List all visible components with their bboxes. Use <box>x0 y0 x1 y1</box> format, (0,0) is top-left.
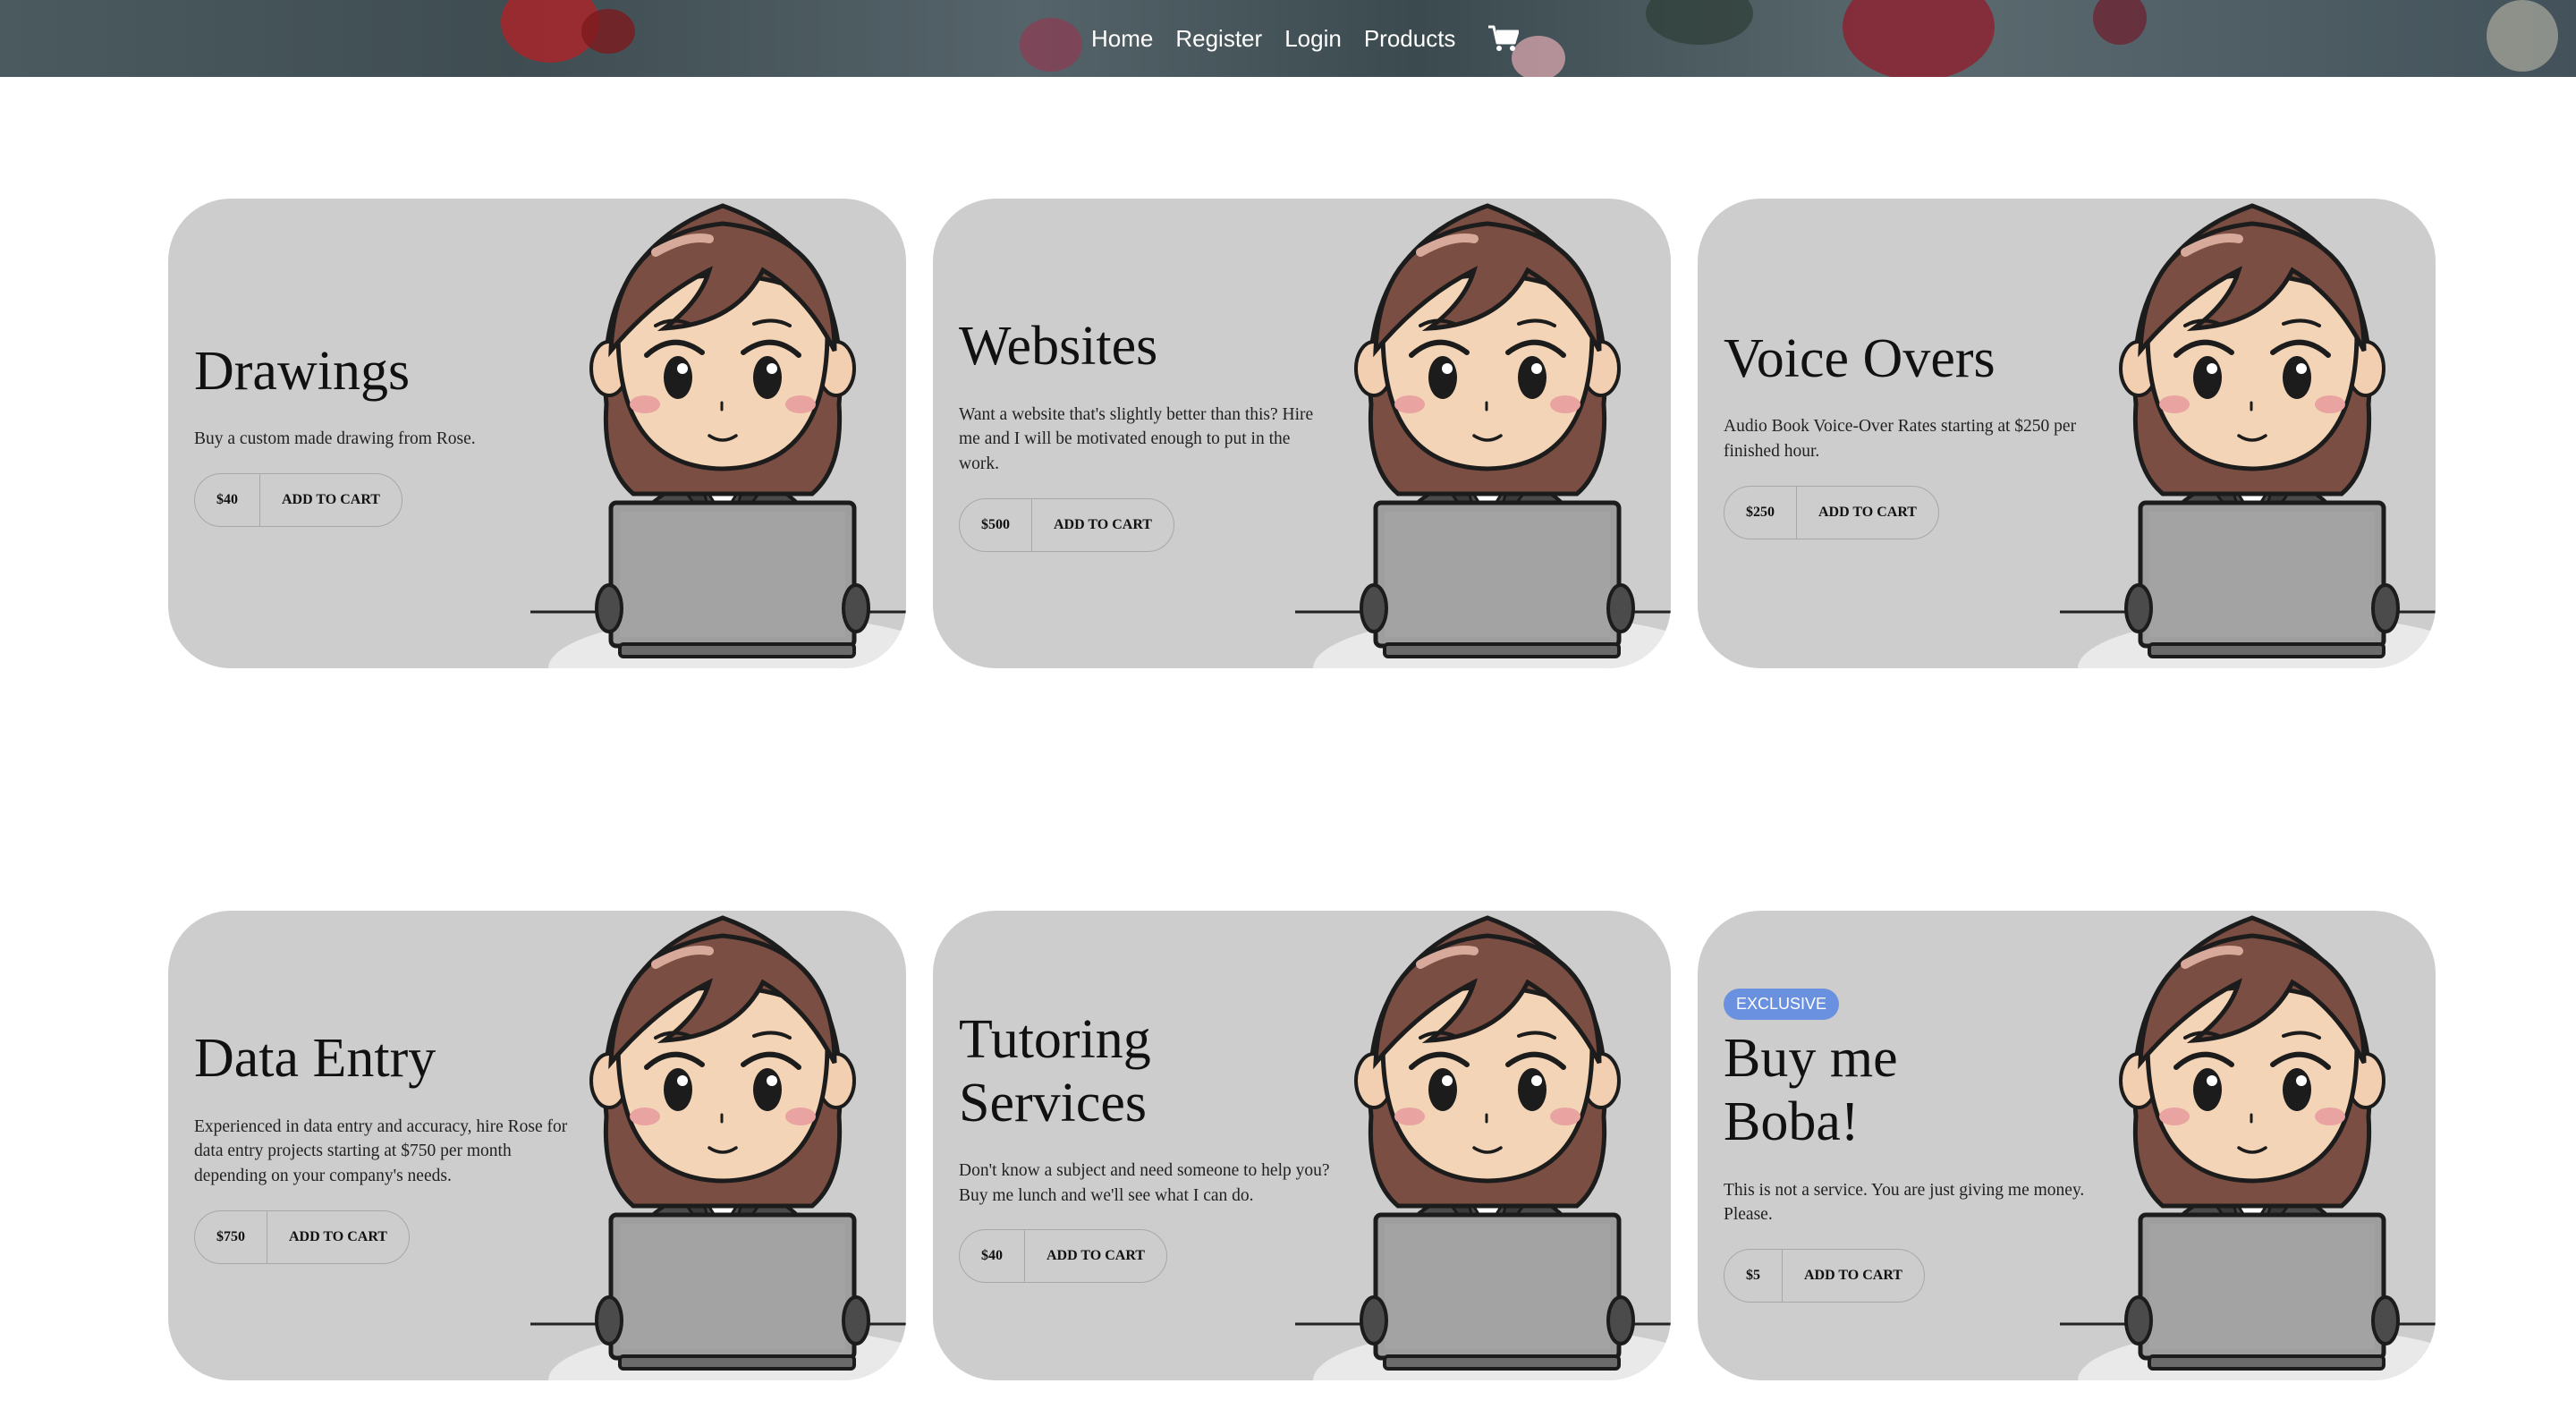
product-title: Voice Overs <box>1724 328 1996 390</box>
product-title: Drawings <box>194 341 411 402</box>
product-description: Experienced in data entry and accuracy, … <box>194 1116 568 1185</box>
product-card-drawings: Drawings Buy a custom made drawing from … <box>168 199 906 668</box>
exclusive-badge: EXCLUSIVE <box>1724 989 1840 1021</box>
product-card-data-entry: Data Entry Experienced in data entry and… <box>168 911 906 1380</box>
product-title: Data Entry <box>194 1028 436 1090</box>
shopping-cart-icon[interactable] <box>1488 25 1520 52</box>
flower-decoration <box>1646 0 1753 45</box>
price-cart-group: $250 ADD TO CART <box>1724 485 1939 539</box>
product-price: $40 <box>195 473 260 526</box>
girl-with-laptop-illustration <box>2060 199 2436 668</box>
product-content: Tutoring Services Don't know a subject a… <box>959 911 1343 1380</box>
product-price: $750 <box>195 1210 267 1263</box>
product-content: Data Entry Experienced in data entry and… <box>194 911 579 1380</box>
product-title: Tutoring Services <box>959 1008 1151 1133</box>
flower-decoration <box>581 9 635 54</box>
product-price: $5 <box>1724 1249 1783 1302</box>
add-to-cart-button[interactable]: ADD TO CART <box>1025 1230 1166 1282</box>
product-content: Websites Want a website that's slightly … <box>959 199 1343 668</box>
site-header: Home Register Login Products <box>0 0 2576 77</box>
product-content: EXCLUSIVE Buy me Boba! This is not a ser… <box>1724 911 2108 1380</box>
main-nav: Home Register Login Products <box>1091 0 1520 77</box>
product-content: Drawings Buy a custom made drawing from … <box>194 199 579 668</box>
price-cart-group: $750 ADD TO CART <box>194 1210 410 1264</box>
product-title: Websites <box>959 316 1158 378</box>
add-to-cart-button[interactable]: ADD TO CART <box>267 1211 409 1263</box>
product-price: $250 <box>1724 486 1797 539</box>
product-card-buy-me-boba: EXCLUSIVE Buy me Boba! This is not a ser… <box>1698 911 2436 1380</box>
flower-decoration <box>1020 18 1082 72</box>
girl-with-laptop-illustration <box>2060 911 2436 1380</box>
nav-login[interactable]: Login <box>1284 25 1342 53</box>
flower-decoration <box>2487 0 2558 72</box>
flower-decoration <box>1512 36 1565 77</box>
girl-with-laptop-illustration <box>1295 199 1671 668</box>
price-cart-group: $5 ADD TO CART <box>1724 1248 1925 1303</box>
product-description: Buy a custom made drawing from Rose. <box>194 429 476 449</box>
product-card-tutoring: Tutoring Services Don't know a subject a… <box>933 911 1671 1380</box>
girl-with-laptop-illustration <box>1295 911 1671 1380</box>
product-card-voice-overs: Voice Overs Audio Book Voice-Over Rates … <box>1698 199 2436 668</box>
product-title: Buy me Boba! <box>1724 1028 1898 1153</box>
product-price: $500 <box>960 498 1032 551</box>
price-cart-group: $500 ADD TO CART <box>959 497 1174 552</box>
girl-with-laptop-illustration <box>530 911 906 1380</box>
nav-products[interactable]: Products <box>1364 25 1456 53</box>
add-to-cart-button[interactable]: ADD TO CART <box>1032 499 1174 551</box>
nav-register[interactable]: Register <box>1175 25 1262 53</box>
product-description: Audio Book Voice-Over Rates starting at … <box>1724 417 2077 462</box>
price-cart-group: $40 ADD TO CART <box>194 472 402 527</box>
add-to-cart-button[interactable]: ADD TO CART <box>1783 1250 1924 1302</box>
flower-decoration <box>2093 0 2147 45</box>
product-description: Don't know a subject and need someone to… <box>959 1161 1330 1205</box>
product-description: Want a website that's slightly better th… <box>959 404 1314 473</box>
add-to-cart-button[interactable]: ADD TO CART <box>260 474 402 526</box>
nav-home[interactable]: Home <box>1091 25 1153 53</box>
product-description: This is not a service. You are just givi… <box>1724 1180 2085 1225</box>
product-price: $40 <box>960 1230 1025 1283</box>
price-cart-group: $40 ADD TO CART <box>959 1229 1167 1284</box>
add-to-cart-button[interactable]: ADD TO CART <box>1797 487 1938 539</box>
girl-with-laptop-illustration <box>530 199 906 668</box>
flower-decoration <box>1843 0 1995 77</box>
product-card-websites: Websites Want a website that's slightly … <box>933 199 1671 668</box>
product-content: Voice Overs Audio Book Voice-Over Rates … <box>1724 199 2108 668</box>
